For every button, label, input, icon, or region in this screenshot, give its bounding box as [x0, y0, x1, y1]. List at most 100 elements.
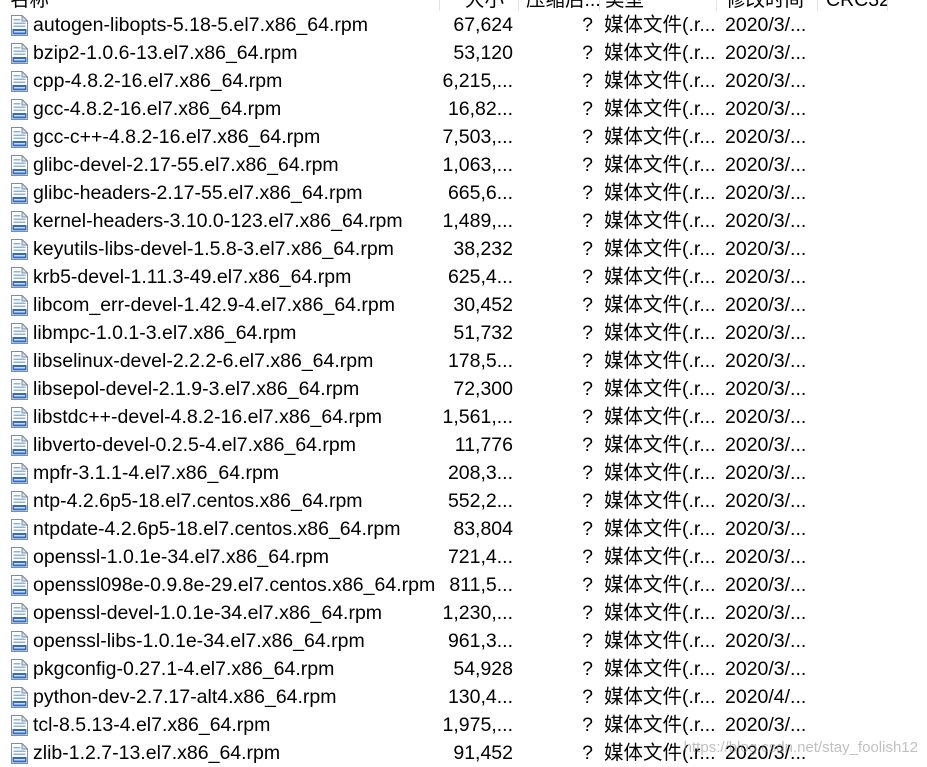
file-name: keyutils-libs-devel-1.5.8-3.el7.x86_64.r… [33, 238, 394, 260]
file-row[interactable]: pkgconfig-0.27.1-4.el7.x86_64.rpm 54,928… [0, 655, 927, 683]
file-row[interactable]: libstdc++-devel-4.8.2-16.el7.x86_64.rpm … [0, 403, 927, 431]
file-row[interactable]: openssl-libs-1.0.1e-34.el7.x86_64.rpm 96… [0, 627, 927, 655]
file-size: 130,4... [447, 686, 513, 708]
file-row[interactable]: libsepol-devel-2.1.9-3.el7.x86_64.rpm 72… [0, 375, 927, 403]
file-row[interactable]: kernel-headers-3.10.0-123.el7.x86_64.rpm… [0, 207, 927, 235]
file-type: 媒体文件(.r... [604, 462, 716, 484]
file-packed-size: ? [582, 490, 593, 512]
file-packed-size: ? [582, 574, 593, 596]
file-modified-time: 2020/3/... [725, 518, 807, 540]
file-type: 媒体文件(.r... [604, 630, 716, 652]
file-modified-time: 2020/3/... [725, 266, 807, 288]
file-size: 83,804 [453, 518, 513, 540]
file-row[interactable]: ntp-4.2.6p5-18.el7.centos.x86_64.rpm 552… [0, 487, 927, 515]
file-row[interactable]: bzip2-1.0.6-13.el7.x86_64.rpm 53,120 ? 媒… [0, 39, 927, 67]
file-list: autogen-libopts-5.18-5.el7.x86_64.rpm 67… [0, 11, 927, 767]
file-size: 7,503,... [442, 126, 513, 148]
file-modified-time: 2020/3/... [725, 434, 807, 456]
file-packed-size: ? [582, 686, 593, 708]
file-type: 媒体文件(.r... [604, 294, 716, 316]
file-name: openssl098e-0.9.8e-29.el7.centos.x86_64.… [33, 574, 435, 596]
file-size: 178,5... [447, 350, 513, 372]
media-file-icon [9, 547, 28, 568]
file-packed-size: ? [582, 42, 593, 64]
file-row[interactable]: libcom_err-devel-1.42.9-4.el7.x86_64.rpm… [0, 291, 927, 319]
media-file-icon [9, 631, 28, 652]
file-name: libsepol-devel-2.1.9-3.el7.x86_64.rpm [33, 378, 360, 400]
column-header-modified[interactable]: 修改时间 [717, 0, 818, 11]
file-modified-time: 2020/3/... [725, 378, 807, 400]
file-row[interactable]: glibc-headers-2.17-55.el7.x86_64.rpm 665… [0, 179, 927, 207]
file-row[interactable]: gcc-4.8.2-16.el7.x86_64.rpm 16,82... ? 媒… [0, 95, 927, 123]
file-name: bzip2-1.0.6-13.el7.x86_64.rpm [33, 42, 298, 64]
file-size: 53,120 [453, 42, 513, 64]
file-row[interactable]: libverto-devel-0.2.5-4.el7.x86_64.rpm 11… [0, 431, 927, 459]
file-size: 91,452 [453, 742, 513, 764]
column-header-name[interactable]: 名称 [0, 0, 440, 11]
file-type: 媒体文件(.r... [604, 406, 716, 428]
file-modified-time: 2020/3/... [725, 490, 807, 512]
file-row[interactable]: krb5-devel-1.11.3-49.el7.x86_64.rpm 625,… [0, 263, 927, 291]
file-name: gcc-c++-4.8.2-16.el7.x86_64.rpm [33, 126, 321, 148]
file-modified-time: 2020/3/... [725, 70, 807, 92]
file-modified-time: 2020/3/... [725, 322, 807, 344]
file-packed-size: ? [582, 70, 593, 92]
file-type: 媒体文件(.r... [604, 350, 716, 372]
file-row[interactable]: keyutils-libs-devel-1.5.8-3.el7.x86_64.r… [0, 235, 927, 263]
media-file-icon [9, 211, 28, 232]
file-size: 16,82... [447, 98, 513, 120]
file-type: 媒体文件(.r... [604, 686, 716, 708]
file-modified-time: 2020/3/... [725, 546, 807, 568]
file-name: autogen-libopts-5.18-5.el7.x86_64.rpm [33, 14, 368, 36]
file-row[interactable]: python-dev-2.7.17-alt4.x86_64.rpm 130,4.… [0, 683, 927, 711]
file-name: glibc-devel-2.17-55.el7.x86_64.rpm [33, 154, 339, 176]
file-modified-time: 2020/3/... [725, 350, 807, 372]
file-row[interactable]: cpp-4.8.2-16.el7.x86_64.rpm 6,215,... ? … [0, 67, 927, 95]
file-type: 媒体文件(.r... [604, 154, 716, 176]
column-header-type[interactable]: 类型 [600, 0, 717, 11]
file-size: 552,2... [447, 490, 513, 512]
column-header-bar: 名称 大小 压缩后... 类型 修改时间 CRC32 [0, 0, 927, 11]
media-file-icon [9, 99, 28, 120]
file-name: libselinux-devel-2.2.2-6.el7.x86_64.rpm [33, 350, 374, 372]
file-packed-size: ? [582, 658, 593, 680]
file-row[interactable]: libselinux-devel-2.2.2-6.el7.x86_64.rpm … [0, 347, 927, 375]
file-row[interactable]: gcc-c++-4.8.2-16.el7.x86_64.rpm 7,503,..… [0, 123, 927, 151]
file-row[interactable]: libmpc-1.0.1-3.el7.x86_64.rpm 51,732 ? 媒… [0, 319, 927, 347]
file-modified-time: 2020/3/... [725, 154, 807, 176]
file-packed-size: ? [582, 14, 593, 36]
media-file-icon [9, 15, 28, 36]
file-name: libverto-devel-0.2.5-4.el7.x86_64.rpm [33, 434, 357, 456]
file-size: 625,4... [447, 266, 513, 288]
file-packed-size: ? [582, 294, 593, 316]
file-row[interactable]: openssl098e-0.9.8e-29.el7.centos.x86_64.… [0, 571, 927, 599]
file-size: 1,561,... [442, 406, 513, 428]
file-row[interactable]: tcl-8.5.13-4.el7.x86_64.rpm 1,975,... ? … [0, 711, 927, 739]
file-name: libmpc-1.0.1-3.el7.x86_64.rpm [33, 322, 297, 344]
media-file-icon [9, 239, 28, 260]
file-row[interactable]: ntpdate-4.2.6p5-18.el7.centos.x86_64.rpm… [0, 515, 927, 543]
file-type: 媒体文件(.r... [604, 714, 716, 736]
file-name: openssl-1.0.1e-34.el7.x86_64.rpm [33, 546, 329, 568]
file-modified-time: 2020/3/... [725, 42, 807, 64]
file-type: 媒体文件(.r... [604, 378, 716, 400]
file-type: 媒体文件(.r... [604, 574, 716, 596]
file-row[interactable]: glibc-devel-2.17-55.el7.x86_64.rpm 1,063… [0, 151, 927, 179]
media-file-icon [9, 715, 28, 736]
file-row[interactable]: mpfr-3.1.1-4.el7.x86_64.rpm 208,3... ? 媒… [0, 459, 927, 487]
file-name: openssl-devel-1.0.1e-34.el7.x86_64.rpm [33, 602, 383, 624]
file-name: cpp-4.8.2-16.el7.x86_64.rpm [33, 70, 283, 92]
column-header-crc[interactable]: CRC32 [818, 0, 888, 11]
file-size: 54,928 [453, 658, 513, 680]
file-row[interactable]: autogen-libopts-5.18-5.el7.x86_64.rpm 67… [0, 11, 927, 39]
file-row[interactable]: zlib-1.2.7-13.el7.x86_64.rpm 91,452 ? 媒体… [0, 739, 927, 767]
file-row[interactable]: openssl-devel-1.0.1e-34.el7.x86_64.rpm 1… [0, 599, 927, 627]
column-header-size[interactable]: 大小 [440, 0, 519, 11]
file-packed-size: ? [582, 462, 593, 484]
file-type: 媒体文件(.r... [604, 182, 716, 204]
column-header-packed[interactable]: 压缩后... [519, 0, 600, 11]
file-packed-size: ? [582, 154, 593, 176]
file-row[interactable]: openssl-1.0.1e-34.el7.x86_64.rpm 721,4..… [0, 543, 927, 571]
file-type: 媒体文件(.r... [604, 42, 716, 64]
file-name: libcom_err-devel-1.42.9-4.el7.x86_64.rpm [33, 294, 396, 316]
